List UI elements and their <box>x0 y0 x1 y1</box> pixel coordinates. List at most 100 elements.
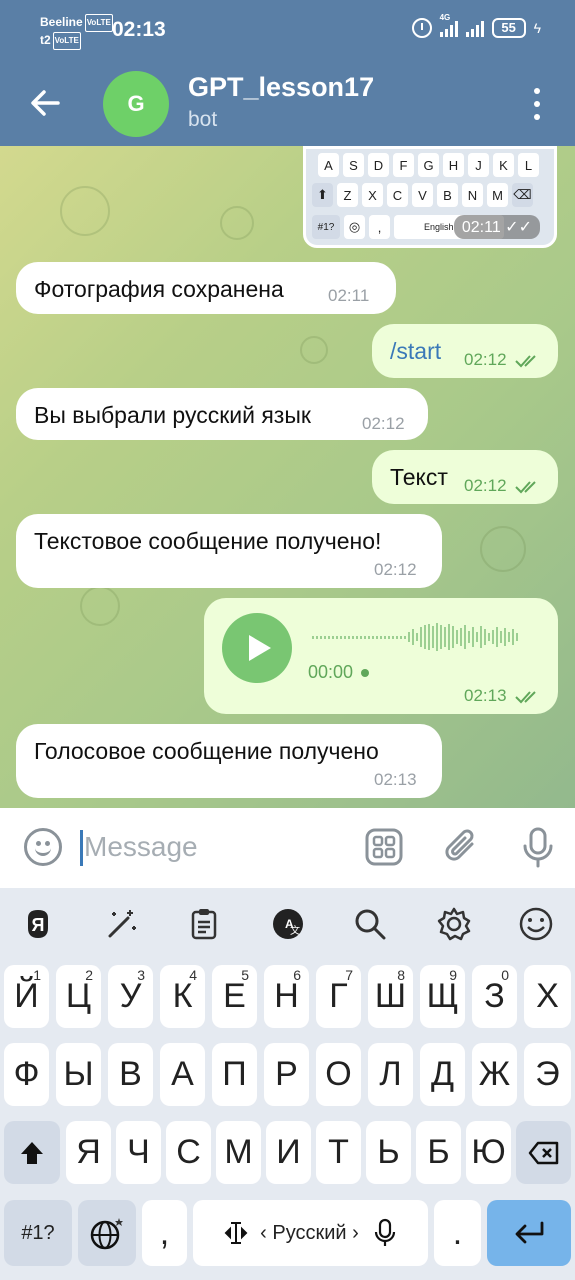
incoming-message[interactable]: Голосовое сообщение получено 02:13 <box>16 724 442 798</box>
back-arrow-icon[interactable] <box>28 86 62 120</box>
translate-icon[interactable]: A 文 <box>270 906 306 942</box>
key-label: Л <box>379 1055 402 1093</box>
volte-badge: VoLTE <box>84 14 113 32</box>
space-key[interactable]: ‹ Русский › <box>193 1200 428 1266</box>
key-hint: 0 <box>501 967 509 983</box>
bot-menu-icon[interactable] <box>364 826 404 868</box>
key[interactable]: Р <box>264 1043 309 1106</box>
chat-history[interactable]: A S D F G H J K L ⬆ Z X C V B N M ⌫ #1? … <box>0 146 575 808</box>
enter-arrow-icon <box>515 1221 544 1244</box>
more-menu-icon[interactable] <box>527 88 547 120</box>
key-label: Б <box>427 1133 450 1171</box>
key-label: С <box>176 1133 201 1171</box>
period-key[interactable]: . <box>434 1200 481 1266</box>
key[interactable]: Д <box>420 1043 465 1106</box>
key-label: , <box>159 1213 170 1252</box>
key[interactable]: А <box>160 1043 205 1106</box>
message-time: 02:12 <box>464 476 507 495</box>
outgoing-message[interactable]: /start 02:12 <box>372 324 558 378</box>
key[interactable]: Т <box>316 1121 361 1184</box>
search-icon[interactable] <box>352 906 388 942</box>
key[interactable]: Л <box>368 1043 413 1106</box>
enter-key[interactable] <box>487 1200 571 1266</box>
key[interactable]: Ж <box>472 1043 517 1106</box>
message-text: Фотография сохранена <box>34 276 284 302</box>
shift-key[interactable] <box>4 1121 60 1184</box>
emoji-icon[interactable] <box>24 828 62 866</box>
key[interactable]: М <box>216 1121 261 1184</box>
clipboard-icon[interactable] <box>186 906 222 942</box>
key[interactable]: Е5 <box>212 965 257 1028</box>
settings-gear-icon[interactable] <box>436 906 472 942</box>
background-doodle <box>300 336 328 364</box>
symbols-key[interactable]: #1? <box>4 1200 72 1266</box>
key[interactable]: Ь <box>366 1121 411 1184</box>
key[interactable]: Э <box>524 1043 571 1106</box>
message-text: Текстовое сообщение получено! <box>34 528 382 554</box>
key[interactable]: Й1 <box>4 965 49 1028</box>
voice-message[interactable]: 00:00 02:13 <box>204 598 558 714</box>
carrier-2: t2 <box>40 33 51 48</box>
voice-waveform[interactable] <box>312 622 518 652</box>
key[interactable]: Ш8 <box>368 965 413 1028</box>
charging-icon: ϟ <box>533 20 541 36</box>
key[interactable]: И <box>266 1121 311 1184</box>
status-bar: Beeline VoLTE t2 VoLTE 02:13 4G 55 ϟ <box>0 0 575 60</box>
chat-title[interactable]: GPT_lesson17 <box>188 72 374 103</box>
key-label: . <box>452 1213 463 1252</box>
magic-wand-icon[interactable] <box>104 906 140 942</box>
command-link[interactable]: /start <box>390 338 441 365</box>
yandex-keyboard-icon[interactable]: Я <box>20 906 56 942</box>
battery-icon: 55 <box>491 18 526 38</box>
emoji-keyboard-icon[interactable] <box>518 906 554 942</box>
time-text: 02:11 <box>461 219 501 236</box>
key[interactable]: У3 <box>108 965 153 1028</box>
key[interactable]: С <box>166 1121 211 1184</box>
preview-shift-icon: ⬆ <box>312 183 333 207</box>
key[interactable]: Ч <box>116 1121 161 1184</box>
key[interactable]: Ы <box>56 1043 101 1106</box>
key[interactable]: Н6 <box>264 965 309 1028</box>
incoming-message[interactable]: Вы выбрали русский язык 02:12 <box>16 388 428 440</box>
preview-backspace-icon: ⌫ <box>512 183 533 207</box>
key[interactable]: К4 <box>160 965 205 1028</box>
key[interactable]: Щ9 <box>420 965 465 1028</box>
image-message[interactable]: A S D F G H J K L ⬆ Z X C V B N M ⌫ #1? … <box>303 146 557 248</box>
message-input[interactable] <box>84 826 344 868</box>
message-time: 02:12 <box>362 414 405 433</box>
key[interactable]: З0 <box>472 965 517 1028</box>
comma-key[interactable]: , <box>142 1200 187 1266</box>
play-icon[interactable] <box>222 613 292 683</box>
incoming-message[interactable]: Текстовое сообщение получено! 02:12 <box>16 514 442 588</box>
key[interactable]: Ю <box>466 1121 511 1184</box>
signal-icon <box>465 19 484 37</box>
key[interactable]: Ф <box>4 1043 49 1106</box>
attach-icon[interactable] <box>442 826 482 868</box>
backspace-icon <box>528 1141 558 1164</box>
preview-key: G <box>418 153 439 177</box>
key-hint: 6 <box>293 967 301 983</box>
bot-avatar[interactable]: G <box>103 71 169 137</box>
preview-key: L <box>518 153 539 177</box>
key-label: П <box>222 1055 247 1093</box>
voice-duration: 00:00 <box>308 662 354 682</box>
app-header: Beeline VoLTE t2 VoLTE 02:13 4G 55 ϟ G GPT… <box>0 0 575 146</box>
chat-subtitle: bot <box>188 108 218 131</box>
key[interactable]: Г7 <box>316 965 361 1028</box>
key[interactable]: О <box>316 1043 361 1106</box>
language-switch-key[interactable] <box>78 1200 136 1266</box>
microphone-icon[interactable] <box>518 826 558 868</box>
key[interactable]: Б <box>416 1121 461 1184</box>
key[interactable]: П <box>212 1043 257 1106</box>
key[interactable]: Х <box>524 965 571 1028</box>
outgoing-message[interactable]: Текст 02:12 <box>372 450 558 504</box>
key[interactable]: В <box>108 1043 153 1106</box>
incoming-message[interactable]: Фотография сохранена 02:11 <box>16 262 396 314</box>
backspace-key[interactable] <box>516 1121 571 1184</box>
key[interactable]: Я <box>66 1121 111 1184</box>
alarm-icon <box>411 18 432 38</box>
preview-key: X <box>362 183 383 207</box>
key-label: Ж <box>478 1055 511 1093</box>
preview-key: Z <box>337 183 358 207</box>
key[interactable]: Ц2 <box>56 965 101 1028</box>
